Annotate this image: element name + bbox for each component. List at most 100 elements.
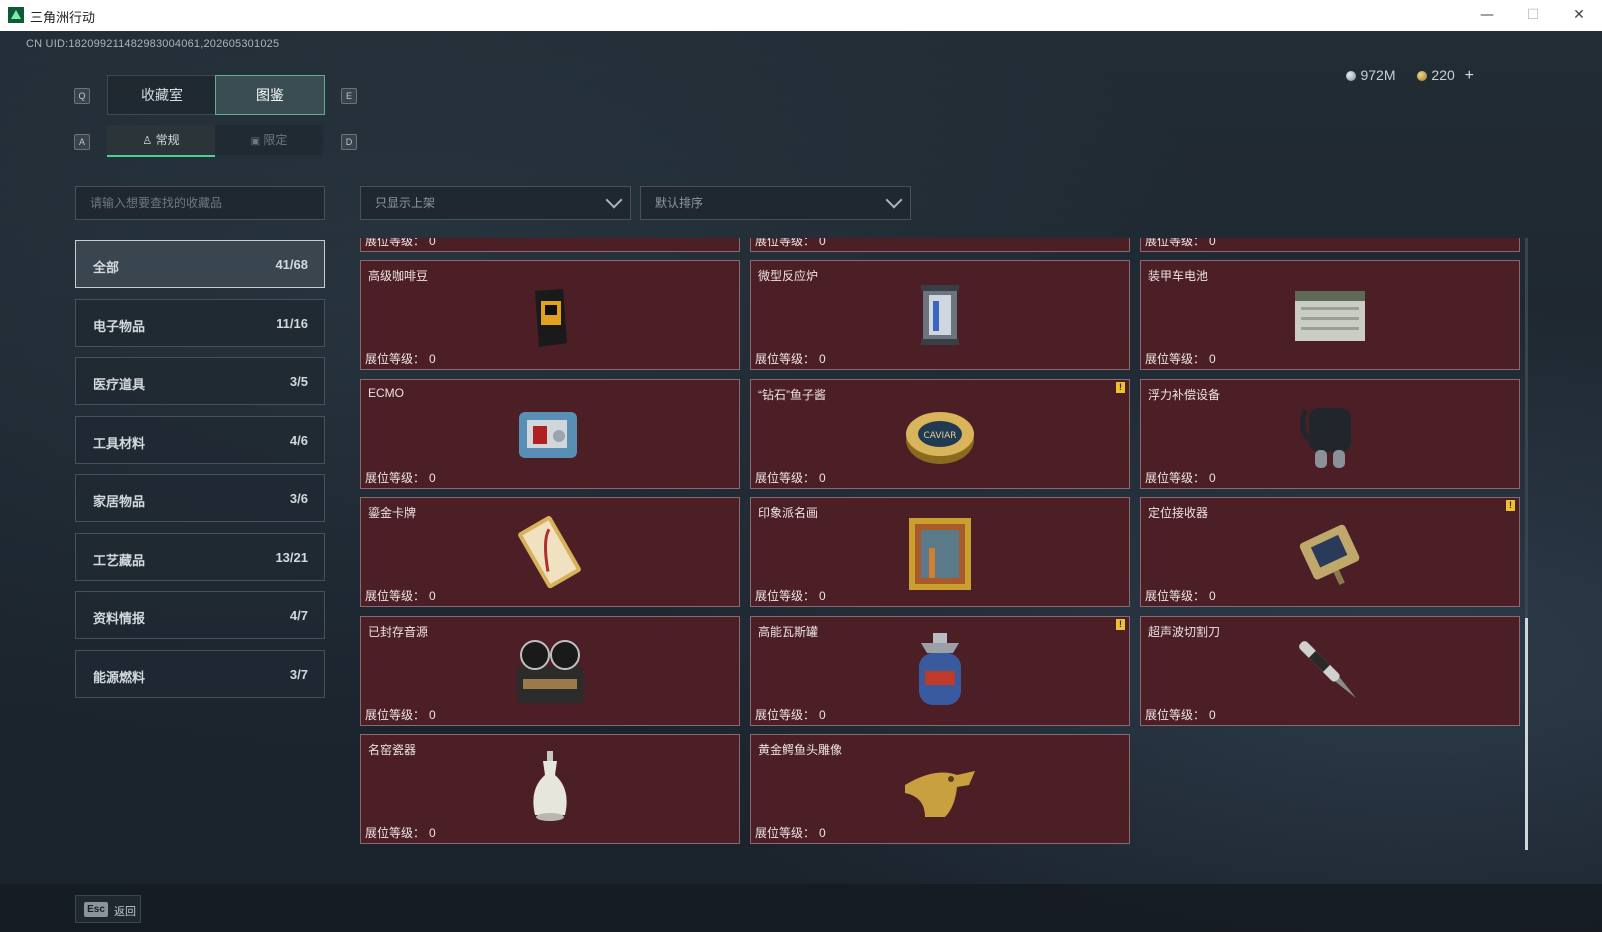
category-item[interactable]: 医疗道具 3/5 [75, 357, 325, 405]
collection-card[interactable]: 微型反应炉展位等级： 0 [750, 260, 1130, 370]
item-level: 展位等级： 0 [755, 350, 826, 367]
level-label: 展位等级： [755, 589, 816, 603]
shelf-filter-select[interactable]: 只显示上架 [360, 186, 631, 220]
tab-collection-room[interactable]: 收藏室 [107, 75, 217, 115]
collection-card[interactable]: 超声波切割刀 展位等级： 0 [1140, 615, 1520, 726]
maximize-button[interactable]: ☐ [1510, 0, 1556, 31]
category-item[interactable]: 家居物品 3/6 [75, 474, 325, 522]
collection-card[interactable]: 定位接收器! 展位等级： 0 [1140, 497, 1520, 607]
item-level: 展位等级： 0 [1145, 350, 1216, 367]
category-item[interactable]: 电子物品 11/16 [75, 298, 325, 347]
subtab-limited[interactable]: ▣ 限定 [215, 125, 323, 155]
collection-card[interactable]: 展位等级： 0 [1140, 238, 1520, 252]
collection-card[interactable]: 鎏金卡牌 展位等级： 0 [360, 497, 740, 607]
collection-card[interactable]: 高能瓦斯罐! 展位等级： 0 [750, 615, 1130, 726]
item-level: 展位等级： 0 [365, 706, 436, 723]
tab-codex[interactable]: 图鉴 [215, 75, 325, 115]
collection-card[interactable]: 展位等级： 0 [750, 238, 1130, 252]
window-title: 三角洲行动 [30, 11, 96, 26]
collection-card[interactable]: 黄金鳄鱼头雕像 展位等级： 0 [750, 734, 1130, 844]
level-value: 0 [429, 470, 436, 485]
alert-flag-icon: ! [1116, 381, 1125, 393]
item-level: 展位等级： 0 [755, 824, 826, 841]
level-label: 展位等级： [365, 826, 426, 840]
subtab-limited-label: 限定 [263, 133, 288, 147]
gilded-card-icon [505, 508, 595, 598]
collection-card[interactable]: ECMO 展位等级： 0 [360, 378, 740, 489]
category-item[interactable]: 资料情报 4/7 [75, 591, 325, 639]
ultrasonic-knife-icon [1285, 627, 1375, 717]
subtab-regular[interactable]: ♙ 常规 [107, 125, 215, 157]
level-label: 展位等级： [755, 238, 816, 248]
item-level: 展位等级： 0 [755, 706, 826, 723]
receiver-icon [1285, 508, 1375, 598]
collection-card[interactable]: 展位等级： 0 [360, 238, 740, 252]
level-label: 展位等级： [365, 238, 426, 248]
framed-painting-icon [895, 508, 985, 598]
collection-search-input[interactable] [75, 186, 325, 220]
level-value: 0 [1209, 352, 1216, 366]
level-label: 展位等级： [1145, 589, 1206, 603]
category-count: 4/6 [289, 432, 308, 448]
chevron-down-icon [605, 191, 623, 209]
collection-card[interactable]: 印象派名画 展位等级： 0 [750, 497, 1130, 607]
category-count: 4/7 [289, 608, 308, 623]
item-level: 展位等级： 0 [365, 469, 436, 486]
level-label: 展位等级： [1145, 470, 1206, 485]
collection-card[interactable]: 高级咖啡豆 展位等级： 0 [360, 260, 740, 370]
add-currency-button[interactable]: + [1465, 67, 1474, 84]
category-item[interactable]: 工艺藏品 13/21 [75, 532, 325, 581]
key-hint-a: A [74, 134, 90, 150]
level-label: 展位等级： [365, 470, 426, 485]
category-name: 能源燃料 [93, 669, 146, 685]
level-value: 0 [819, 352, 826, 366]
reactor-icon [895, 271, 985, 361]
back-label: 返回 [114, 906, 136, 918]
item-level: 展位等级： 0 [1145, 469, 1216, 486]
item-name: 名窑瓷器 [368, 743, 417, 757]
scrollbar-thumb[interactable] [1525, 618, 1528, 850]
item-level: 展位等级： 0 [365, 824, 436, 841]
close-button[interactable]: ✕ [1556, 0, 1602, 31]
category-item[interactable]: 全部 41/68 [75, 240, 325, 288]
currency-display: 972M 220 + [1346, 67, 1474, 85]
item-name: 定位接收器 [1148, 506, 1209, 520]
item-level: 展位等级： 0 [755, 469, 826, 486]
level-value: 0 [429, 352, 436, 366]
level-label: 展位等级： [365, 589, 426, 603]
collection-card[interactable]: 装甲车电池 展位等级： 0 [1140, 260, 1520, 370]
grid-scrollbar[interactable] [1525, 238, 1528, 850]
minimize-button[interactable]: — [1464, 0, 1510, 31]
image-icon: ▣ [250, 136, 261, 147]
collection-card[interactable]: 浮力补偿设备 展位等级： 0 [1140, 378, 1520, 489]
collection-card[interactable]: “钻石”鱼子酱 CAVIAR! 展位等级： 0 [750, 378, 1130, 489]
collection-card[interactable]: 名窑瓷器展位等级： 0 [360, 734, 740, 844]
item-name: 鎏金卡牌 [368, 506, 417, 520]
sort-select[interactable]: 默认排序 [640, 186, 911, 220]
app-logo-icon [8, 7, 24, 23]
item-name: 印象派名画 [758, 506, 819, 520]
key-hint-d: D [341, 134, 357, 150]
shelf-filter-value: 只显示上架 [375, 196, 436, 210]
level-label: 展位等级： [755, 352, 816, 366]
category-count: 41/68 [275, 257, 308, 272]
level-value: 0 [429, 826, 436, 840]
category-name: 电子物品 [93, 318, 146, 334]
gold-amount: 220 [1431, 67, 1455, 83]
category-count: 11/16 [276, 315, 308, 331]
item-name: ECMO [368, 385, 404, 400]
item-name: 黄金鳄鱼头雕像 [758, 743, 843, 757]
category-item[interactable]: 能源燃料 3/7 [75, 649, 325, 698]
category-name: 工具材料 [93, 435, 146, 451]
gold-coin-icon [1417, 71, 1428, 81]
alert-flag-icon: ! [1506, 500, 1515, 511]
svg-text:CAVIAR: CAVIAR [923, 431, 956, 441]
collection-card[interactable]: 已封存音源 展位等级： 0 [360, 615, 740, 726]
bottom-bar [0, 884, 1602, 932]
category-count: 13/21 [275, 549, 308, 565]
back-button[interactable]: Esc 返回 [75, 895, 141, 923]
category-item[interactable]: 工具材料 4/6 [75, 415, 325, 464]
item-name: 微型反应炉 [758, 269, 819, 283]
esc-keycap: Esc [84, 902, 108, 917]
window-titlebar: 三角洲行动 — ☐ ✕ [0, 0, 1602, 32]
